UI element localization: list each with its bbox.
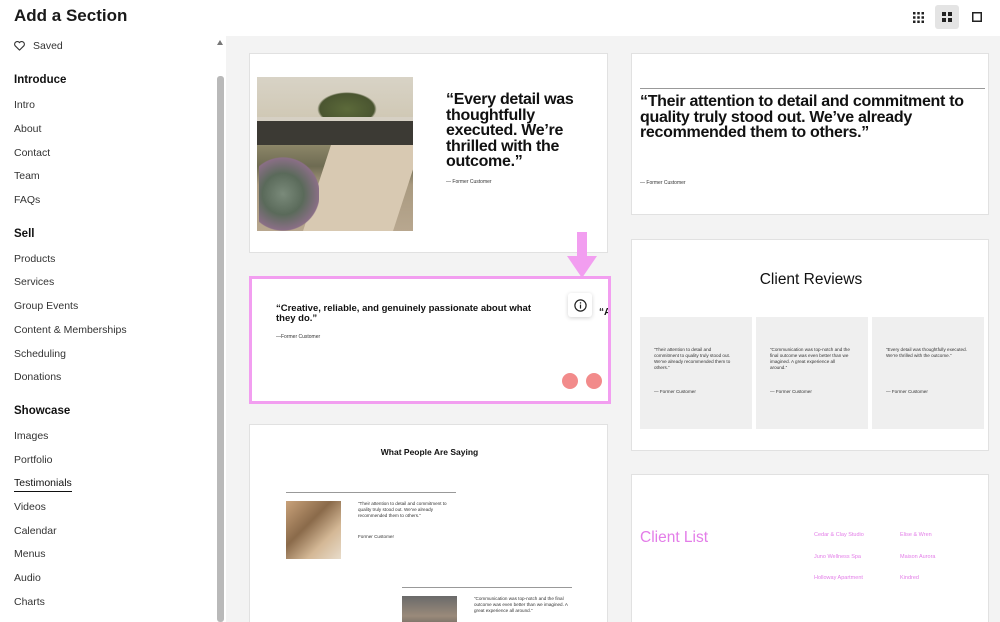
sidebar-item-videos[interactable]: Videos [14, 501, 46, 513]
review-box: “Communication was top-notch and the fin… [756, 317, 868, 429]
sidebar-item-calendar[interactable]: Calendar [14, 525, 57, 537]
card-title: Client List [640, 529, 709, 546]
divider [286, 492, 456, 493]
category-sell: Sell [14, 228, 35, 240]
client-name: Juno Wellness Spa [814, 554, 861, 560]
category-introduce: Introduce [14, 74, 67, 86]
single-view-icon [972, 12, 982, 22]
review-attribution: — Former Customer [886, 389, 928, 394]
client-name: Cedar & Clay Studio [814, 532, 864, 538]
info-button[interactable] [568, 293, 592, 317]
divider [402, 587, 572, 588]
sidebar-item-intro[interactable]: Intro [14, 99, 35, 111]
grid-small-icon [912, 11, 924, 23]
card-quote: “Every detail was thoughtfully executed.… [446, 91, 574, 170]
client-name: Kindred [900, 575, 919, 581]
sidebar-item-charts[interactable]: Charts [14, 596, 45, 608]
selection-highlight [249, 276, 611, 404]
sidebar-item-menus[interactable]: Menus [14, 548, 46, 560]
card-title: What People Are Saying [380, 447, 479, 457]
card-quote: “Communication was top-notch and the fin… [474, 596, 568, 613]
sidebar-item-scheduling[interactable]: Scheduling [14, 348, 66, 360]
garden-house-image [257, 77, 413, 231]
sidebar-item-portfolio[interactable]: Portfolio [14, 454, 53, 466]
sidebar-scrollbar[interactable] [217, 76, 224, 622]
review-quote: “Their attention to detail and commitmen… [654, 347, 731, 370]
testimonial-card-image-quote[interactable]: “Every detail was thoughtfully executed.… [249, 53, 608, 253]
review-box: “Their attention to detail and commitmen… [640, 317, 752, 429]
sidebar-item-images[interactable]: Images [14, 430, 48, 442]
review-quote: “Communication was top-notch and the fin… [770, 347, 850, 370]
testimonial-card-client-reviews[interactable]: Client Reviews “Their attention to detai… [631, 239, 989, 451]
sidebar-item-products[interactable]: Products [14, 253, 55, 265]
grid-large-icon [942, 12, 952, 22]
sidebar-item-about[interactable]: About [14, 123, 41, 135]
section-sidebar: Saved Introduce Intro About Contact Team… [0, 36, 215, 622]
review-box: “Every detail was thoughtfully executed.… [872, 317, 984, 429]
divider [640, 88, 985, 89]
sidebar-item-services[interactable]: Services [14, 276, 54, 288]
testimonial-card-quote[interactable]: “Their attention to detail and commitmen… [631, 53, 989, 215]
client-name: Maison Aurora [900, 554, 936, 560]
category-showcase: Showcase [14, 405, 71, 417]
sidebar-item-group-events[interactable]: Group Events [14, 300, 78, 312]
review-attribution: — Former Customer [654, 389, 696, 394]
info-icon [573, 298, 587, 312]
saved-item[interactable]: Saved [14, 40, 63, 52]
scroll-up-arrow-icon[interactable] [217, 40, 223, 45]
grid-large-view-button[interactable] [935, 5, 959, 29]
grid-small-view-button[interactable] [906, 5, 930, 29]
card-quote: “Their attention to detail and commitmen… [358, 501, 447, 518]
sidebar-item-content-memberships[interactable]: Content & Memberships [14, 324, 127, 336]
sidebar-item-donations[interactable]: Donations [14, 371, 61, 383]
card-quote: “Their attention to detail and commitmen… [640, 93, 964, 141]
review-quote: “Every detail was thoughtfully executed.… [886, 347, 967, 358]
section-preview-area: “Every detail was thoughtfully executed.… [226, 36, 1000, 622]
heart-icon [14, 41, 25, 51]
arrow-down-icon [567, 232, 597, 278]
client-name: Elise & Wren [900, 532, 932, 538]
testimonial-card-people-saying[interactable]: What People Are Saying “Their attention … [249, 424, 608, 622]
customer-photo [402, 596, 457, 622]
single-view-button[interactable] [965, 5, 989, 29]
card-title: Client Reviews [759, 271, 863, 288]
customer-photo [286, 501, 341, 559]
client-name: Holloway Apartment [814, 575, 863, 581]
sidebar-item-team[interactable]: Team [14, 170, 40, 182]
sidebar-item-audio[interactable]: Audio [14, 572, 41, 584]
page-title: Add a Section [14, 6, 128, 25]
testimonial-card-client-list[interactable]: Client List Cedar & Clay Studio Elise & … [631, 474, 989, 622]
sidebar-item-testimonials[interactable]: Testimonials [14, 477, 72, 492]
card-attribution: — Former Customer [640, 180, 686, 186]
sidebar-item-faqs[interactable]: FAQs [14, 194, 40, 206]
card-attribution: Former Customer [358, 534, 394, 539]
saved-label: Saved [33, 40, 63, 52]
review-attribution: — Former Customer [770, 389, 812, 394]
sidebar-item-contact[interactable]: Contact [14, 147, 50, 159]
card-attribution: — Former Customer [446, 179, 492, 185]
